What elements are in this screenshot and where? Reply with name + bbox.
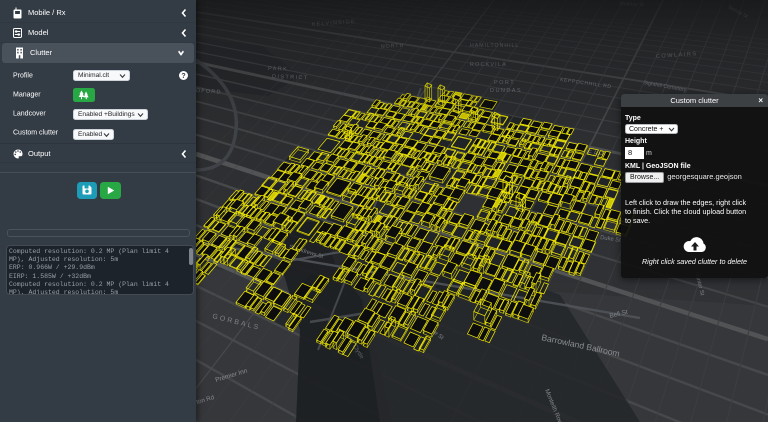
svg-text:?: ? [181, 73, 185, 80]
